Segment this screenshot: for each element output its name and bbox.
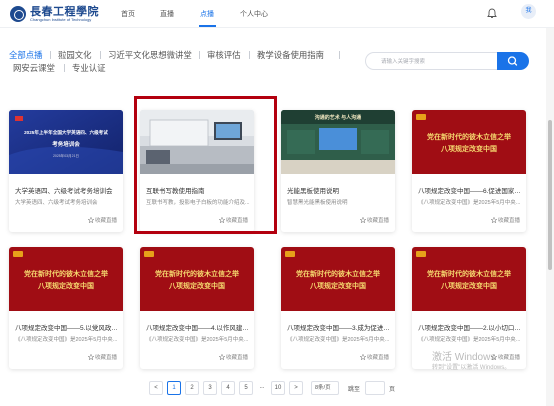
video-card[interactable]: 党在新时代的彼木立信之举 八项规定改变中国 八项规定改变中国——4.以作风建设.… — [140, 247, 254, 369]
search-icon — [507, 56, 518, 66]
search-button[interactable] — [497, 52, 529, 70]
video-thumbnail: 党在新时代的彼木立信之举 八项规定改变中国 — [412, 247, 526, 311]
bell-icon[interactable] — [487, 8, 497, 19]
site-logo[interactable]: 長春工程學院 Changchun Institute of Technology — [10, 5, 99, 23]
party-badge-icon — [13, 251, 23, 257]
favorite-button[interactable]: 收藏直播 — [218, 353, 248, 361]
category-equipment-guide[interactable]: 教学设备使用指南 — [257, 48, 324, 62]
video-thumbnail: 党在新时代的彼木立信之举 八项规定改变中国 — [140, 247, 254, 311]
page-button[interactable]: 5 — [239, 381, 253, 395]
divider — [199, 51, 200, 59]
video-card[interactable]: 党在新时代的彼木立信之举 八项规定改变中国 八项规定改变中国——2.以小切口撬.… — [412, 247, 526, 369]
logo-english-name: Changchun Institute of Technology — [30, 17, 92, 22]
video-card[interactable]: 党在新时代的彼木立信之举 八项规定改变中国 八项规定改变中国——3.成为促进高.… — [281, 247, 395, 369]
search-input[interactable]: 请输入关键字搜索 — [365, 52, 497, 70]
divider — [100, 51, 101, 59]
highlight-box — [134, 96, 277, 234]
category-audit-evaluation[interactable]: 审核评估 — [207, 48, 241, 62]
search-placeholder: 请输入关键字搜索 — [381, 59, 426, 65]
video-card[interactable]: 沟通的艺术 与人沟通 光能黑板使用说明 智慧黑光能黑板使用说明 收藏直播 — [281, 110, 395, 232]
page-ellipsis[interactable]: ... — [255, 381, 269, 395]
thumb-subtitle: 考务培训会 — [52, 142, 80, 148]
category-culture-lectures[interactable]: 习近平文化思想微讲堂 — [108, 48, 192, 62]
card-description: 《八项规定改变中国》是2025年5月中央... — [287, 337, 390, 343]
next-page-button[interactable]: > — [289, 381, 303, 395]
card-title: 八项规定改变中国——2.以小切口撬... — [418, 325, 522, 332]
thumb-title: 2025年上半年全国大学英语四、六级考试 — [24, 130, 108, 135]
video-thumbnail: 2025年上半年全国大学英语四、六级考试 考务培训会 2025年03月21日 — [9, 110, 123, 174]
star-icon — [87, 216, 95, 224]
star-icon — [218, 353, 226, 361]
party-badge-icon — [416, 114, 426, 120]
logo-chinese-name: 長春工程學院 — [30, 5, 99, 18]
card-description: 智慧黑光能黑板使用说明 — [287, 200, 348, 206]
video-thumbnail: 党在新时代的彼木立信之举 八项规定改变中国 — [281, 247, 395, 311]
active-nav-indicator — [199, 25, 216, 27]
video-thumbnail: 沟通的艺术 与人沟通 — [281, 110, 395, 174]
category-all[interactable]: 全部点播 — [9, 48, 43, 62]
star-icon — [490, 216, 498, 224]
video-card[interactable]: 党在新时代的彼木立信之举 八项规定改变中国 八项规定改变中国——5.以党风政风.… — [9, 247, 123, 369]
favorite-button[interactable]: 收藏直播 — [359, 216, 389, 224]
card-description: 大学英语四、六级考试考务培训会 — [15, 200, 98, 206]
thumb-banner: 沟通的艺术 与人沟通 — [314, 115, 362, 121]
card-title: 八项规定改变中国——5.以党风政风... — [15, 325, 119, 332]
video-card[interactable]: 2025年上半年全国大学英语四、六级考试 考务培训会 2025年03月21日 大… — [9, 110, 123, 232]
page-button[interactable]: 2 — [185, 381, 199, 395]
prev-page-button[interactable]: < — [149, 381, 163, 395]
page-button[interactable]: 1 — [167, 381, 181, 395]
video-thumbnail: 党在新时代的彼木立信之举 八项规定改变中国 — [412, 110, 526, 174]
scrollbar-thumb[interactable] — [548, 120, 552, 270]
category-cyber-security[interactable]: 网安云课堂 — [13, 61, 55, 75]
video-thumbnail: 党在新时代的彼木立信之举 八项规定改变中国 — [9, 247, 123, 311]
nav-home[interactable]: 首页 — [121, 9, 135, 19]
windows-activation-watermark: 激活 Windows 转到"设置"以激活 Windows。 — [432, 352, 511, 371]
party-badge-icon — [144, 251, 154, 257]
favorite-button[interactable]: 收藏直播 — [359, 353, 389, 361]
page-button[interactable]: 3 — [203, 381, 217, 395]
favorite-button[interactable]: 收藏直播 — [490, 216, 520, 224]
page-unit-label: 页 — [389, 387, 396, 393]
nav-live[interactable]: 直播 — [160, 9, 174, 19]
nav-personal-center[interactable]: 个人中心 — [240, 9, 268, 19]
card-title: 光能黑板使用说明 — [287, 188, 339, 195]
favorite-button[interactable]: 收藏直播 — [87, 353, 117, 361]
card-description: 《八项规定改变中国》是2025年5月中央... — [418, 337, 521, 343]
school-emblem-icon — [10, 6, 26, 22]
favorite-button[interactable]: 收藏直播 — [87, 216, 117, 224]
flag-icon — [15, 116, 23, 121]
user-avatar[interactable]: 我 — [521, 4, 536, 19]
goto-label: 跳至 — [348, 387, 361, 393]
card-description: 《八项规定改变中国》是2025年5月中央... — [418, 200, 521, 206]
category-campus-culture[interactable]: 翋园文化 — [58, 48, 92, 62]
card-title: 八项规定改变中国——6.促进国家治... — [418, 188, 522, 195]
top-navigation-bar: 長春工程學院 Changchun Institute of Technology… — [0, 0, 554, 28]
card-title: 八项规定改变中国——3.成为促进高... — [287, 325, 391, 332]
card-description: 《八项规定改变中国》是2025年5月中央... — [146, 337, 249, 343]
card-title: 八项规定改变中国——4.以作风建设... — [146, 325, 250, 332]
page-button[interactable]: 10 — [271, 381, 285, 395]
party-badge-icon — [416, 251, 426, 257]
card-title: 大学英语四、六级考试考务培训会 — [15, 188, 113, 195]
divider — [50, 51, 51, 59]
card-description: 《八项规定改变中国》是2025年5月中央... — [15, 337, 118, 343]
thumb-date: 2025年03月21日 — [52, 154, 80, 158]
divider — [249, 51, 250, 59]
star-icon — [359, 353, 367, 361]
goto-page-input[interactable] — [365, 381, 385, 395]
video-card[interactable]: 党在新时代的彼木立信之举 八项规定改变中国 八项规定改变中国——6.促进国家治.… — [412, 110, 526, 232]
divider — [64, 64, 65, 72]
divider — [339, 51, 340, 59]
star-icon — [359, 216, 367, 224]
page-size-select[interactable]: 8条/页 — [311, 381, 339, 395]
nav-on-demand[interactable]: 点播 — [200, 9, 214, 19]
category-accreditation[interactable]: 专业认证 — [72, 61, 106, 75]
star-icon — [87, 353, 95, 361]
party-badge-icon — [285, 251, 295, 257]
page-button[interactable]: 4 — [221, 381, 235, 395]
